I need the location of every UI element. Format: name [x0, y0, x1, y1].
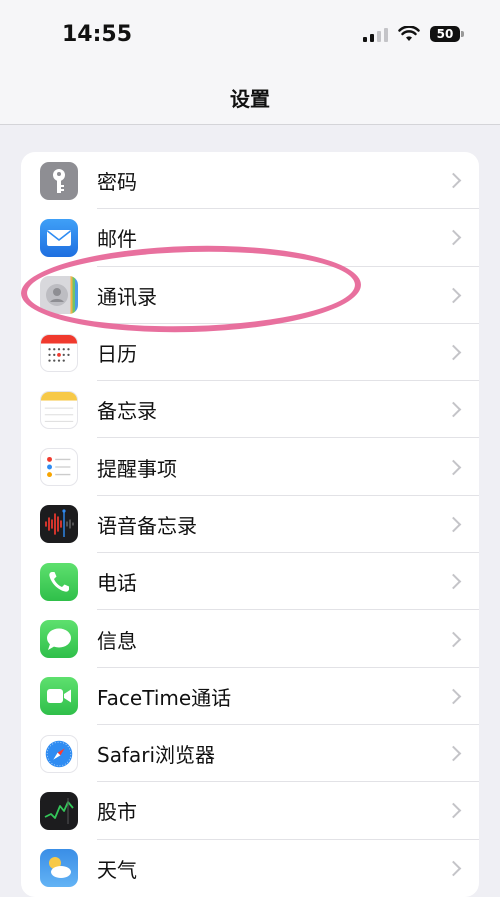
chevron-right-icon [445, 230, 462, 246]
battery-level: 50 [436, 27, 454, 41]
calendar-icon [40, 333, 78, 372]
status-indicators: 50 [363, 26, 464, 42]
settings-row-label: Safari浏览器 [97, 743, 216, 768]
chevron-right-icon [445, 516, 462, 533]
status-bar: 14:55 50 [0, 0, 500, 70]
settings-row-facetime[interactable]: FaceTime通话 [21, 668, 479, 725]
settings-row-passwords[interactable]: 密码 [21, 152, 479, 210]
settings-row-label: 信息 [97, 628, 137, 653]
envelope-icon [40, 218, 78, 257]
settings-row-label: FaceTime通话 [97, 685, 232, 710]
chevron-right-icon [445, 344, 462, 361]
settings-row-label: 语音备忘录 [97, 513, 197, 538]
chevron-right-icon [445, 803, 462, 819]
settings-row-stocks[interactable]: 股市 [21, 782, 479, 840]
settings-row-label: 天气 [97, 857, 137, 882]
settings-row-safari[interactable]: Safari浏览器 [21, 725, 479, 783]
cellular-signal-icon [363, 26, 388, 42]
key-icon [40, 161, 78, 200]
settings-row-label: 通讯录 [97, 284, 157, 309]
status-time: 14:55 [62, 22, 133, 47]
compass-icon [40, 734, 78, 773]
settings-row-label: 密码 [97, 170, 137, 195]
settings-row-label: 提醒事项 [97, 456, 177, 481]
chevron-right-icon [445, 860, 462, 876]
chevron-right-icon [445, 287, 462, 304]
settings-row-label: 股市 [97, 800, 137, 825]
battery-icon: 50 [430, 26, 464, 42]
wifi-icon [398, 26, 420, 41]
notes-icon [40, 390, 78, 429]
message-icon [40, 620, 78, 659]
chevron-right-icon [445, 402, 462, 418]
stocks-icon [40, 791, 78, 830]
chevron-right-icon [445, 688, 462, 705]
settings-row-label: 日历 [97, 342, 137, 367]
settings-row-messages[interactable]: 信息 [21, 610, 479, 668]
settings-row-calendar[interactable]: 日历 [21, 324, 479, 382]
reminders-icon [40, 448, 78, 487]
settings-row-mail[interactable]: 邮件 [21, 209, 479, 267]
chevron-right-icon [445, 573, 462, 590]
settings-row-reminders[interactable]: 提醒事项 [21, 438, 479, 496]
settings-row-weather[interactable]: 天气 [21, 840, 479, 897]
chevron-right-icon [445, 172, 462, 189]
settings-list: 密码 邮件 通讯录 日历 备忘录 提醒事项 语音备忘录 电话 信息 FaceTi… [21, 152, 479, 897]
chevron-right-icon [445, 631, 462, 647]
settings-row-notes[interactable]: 备忘录 [21, 381, 479, 439]
chevron-right-icon [445, 745, 462, 762]
settings-row-label: 电话 [97, 571, 137, 596]
waveform-icon [40, 505, 78, 544]
settings-row-label: 备忘录 [97, 399, 157, 424]
contacts-icon [40, 276, 78, 315]
video-camera-icon [40, 677, 78, 716]
page-title: 设置 [230, 86, 270, 111]
phone-icon [40, 562, 78, 601]
settings-row-label: 邮件 [97, 227, 137, 252]
settings-row-contacts[interactable]: 通讯录 [21, 267, 479, 324]
settings-row-phone[interactable]: 电话 [21, 553, 479, 611]
navigation-bar: 设置 [0, 70, 500, 125]
chevron-right-icon [445, 459, 462, 475]
weather-icon [40, 849, 78, 888]
settings-row-voice-memos[interactable]: 语音备忘录 [21, 496, 479, 554]
